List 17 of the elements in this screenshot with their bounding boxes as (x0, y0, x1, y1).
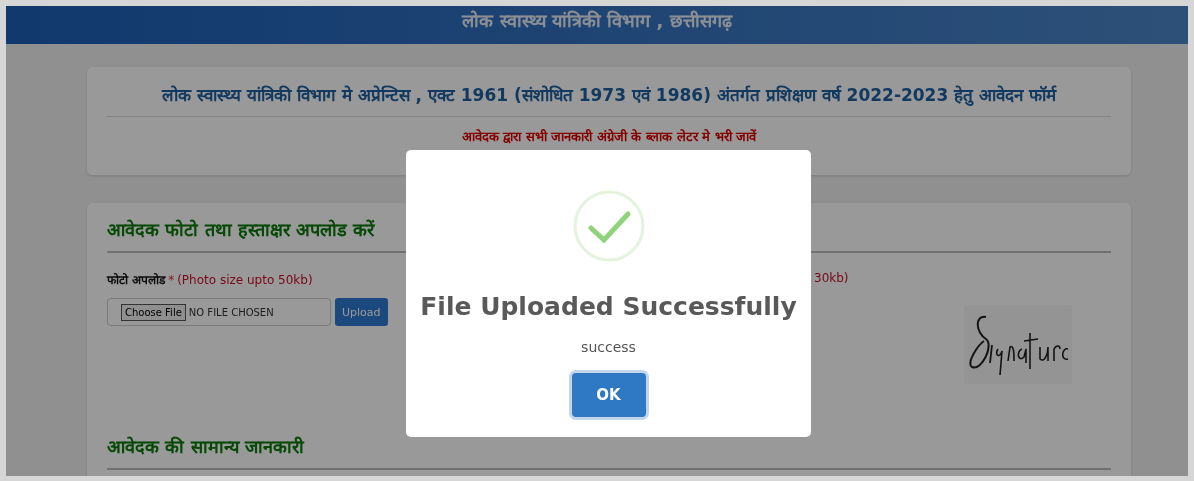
dialog-message: success (581, 339, 636, 355)
file-status: NO FILE CHOSEN (188, 306, 274, 318)
section-heading: आवेदक की सामान्य जानकारी (107, 435, 304, 458)
section-heading: आवेदक फोटो तथा हस्ताक्षर अपलोड करें (107, 218, 375, 241)
size-hint: 30kb) (814, 271, 850, 285)
instruction-note: आवेदक द्वारा सभी जानकारी अंग्रेजी के ब्लाक लेटर मे भरी जावें (460, 128, 758, 145)
header-title: लोक स्वास्थ्य यांत्रिकी विभाग , छत्तीसगढ़ (462, 9, 732, 32)
choose-file-button[interactable]: Choose File (121, 303, 186, 321)
photo-upload-label: फोटो अपलोड (107, 272, 166, 288)
success-check-icon (572, 190, 645, 262)
size-hint: (Photo size upto 50kb) (177, 273, 313, 287)
upload-button[interactable]: Upload (335, 298, 388, 326)
dialog-title: File Uploaded Successfully (420, 292, 797, 321)
file-input-field[interactable]: Choose File NO FILE CHOSEN (107, 298, 331, 326)
form-title: लोक स्वास्थ्य यांत्रिकी विभाग मे अप्रेन्टिस , एक्ट 1961 (संशोधित 1973 एवं 1986) अंतर्गत प्रशिक्षण वर्ष 2022-2023 हेतु आवेदन फॉर्म (160, 84, 1058, 106)
ok-button[interactable]: OK (571, 373, 646, 417)
required-mark: * (168, 273, 175, 287)
